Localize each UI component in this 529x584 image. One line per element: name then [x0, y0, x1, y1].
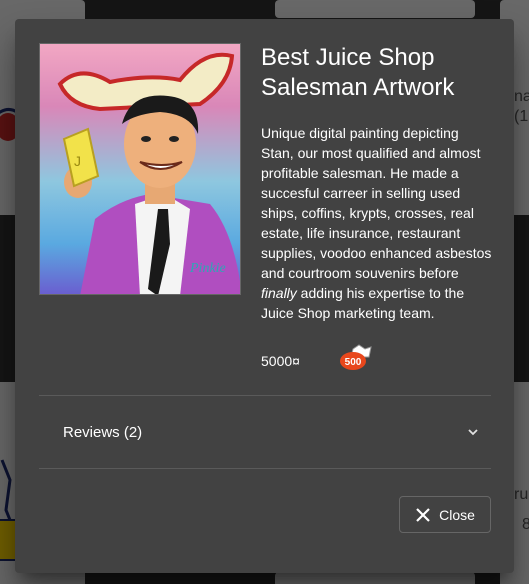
description-emphasis: finally	[261, 285, 297, 301]
deluxe-crown-badge-icon: 500	[340, 344, 372, 370]
close-button[interactable]: Close	[399, 496, 491, 533]
product-price: 5000¤	[261, 353, 300, 369]
close-icon	[416, 507, 430, 522]
product-details-dialog: J Pinkie Best Juice Shop Salesman Artwor…	[15, 19, 514, 573]
product-image: J Pinkie	[39, 43, 241, 295]
salesman-artwork: J Pinkie	[57, 52, 240, 294]
artwork-signature: Pinkie	[189, 261, 226, 276]
svg-text:J: J	[74, 153, 81, 169]
reviews-expansion-panel[interactable]: Reviews (2)	[39, 396, 491, 468]
product-description: Unique digital painting depicting Stan, …	[261, 123, 493, 323]
description-text: Unique digital painting depicting Stan, …	[261, 125, 492, 281]
product-title: Best Juice Shop Salesman Artwork	[261, 44, 455, 101]
chevron-down-icon	[468, 429, 478, 436]
close-button-label: Close	[439, 506, 475, 523]
divider	[39, 468, 491, 469]
reviews-label: Reviews (2)	[63, 424, 143, 441]
badge-value: 500	[345, 357, 362, 368]
